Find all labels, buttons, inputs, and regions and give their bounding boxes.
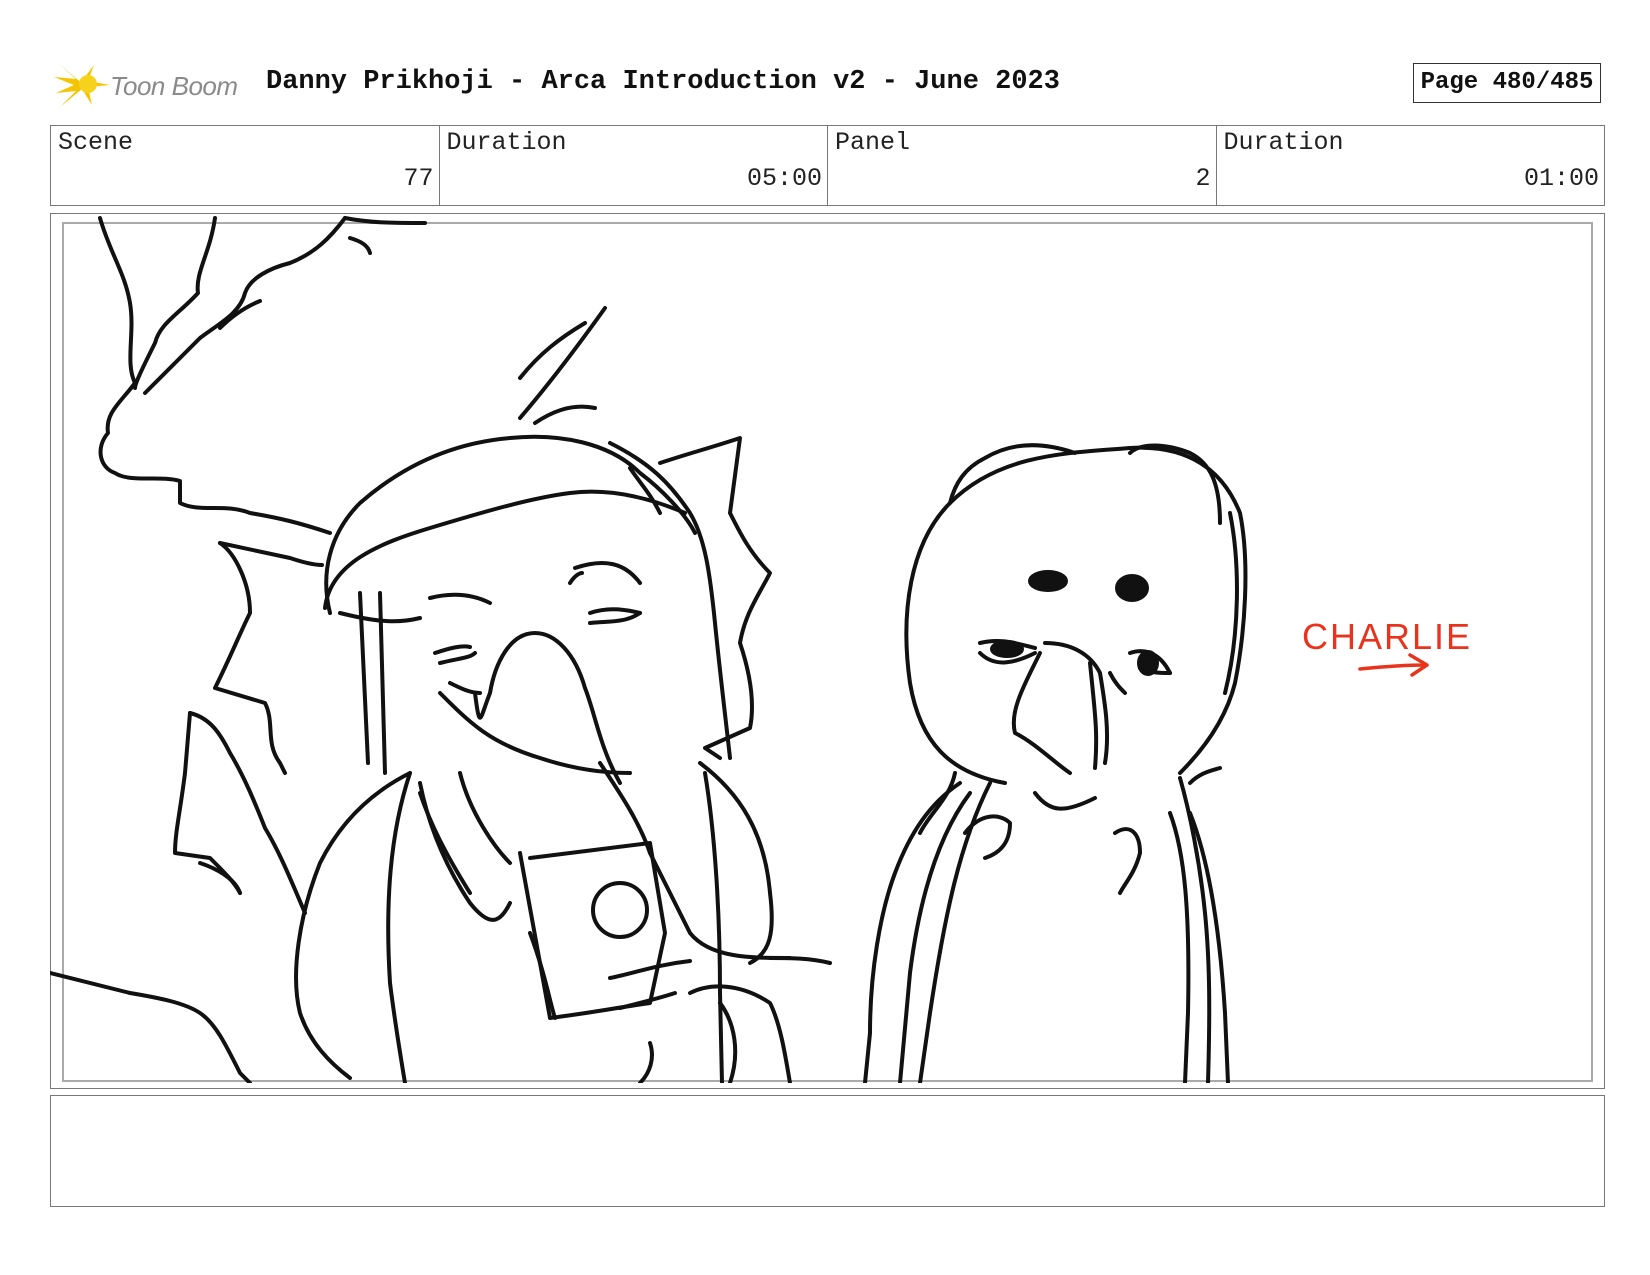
- panel-cell: Panel 2: [828, 126, 1217, 205]
- storyboard-sketch: CHARLIE: [50, 216, 1472, 1083]
- annotation-label: CHARLIE: [1302, 616, 1472, 657]
- panel-duration-label: Duration: [1223, 128, 1344, 157]
- scene-cell: Scene 77: [51, 126, 440, 205]
- panel-duration-cell: Duration 01:00: [1217, 126, 1605, 205]
- page-number: Page 480/485: [1413, 63, 1601, 103]
- right-character-pupil: [990, 640, 1024, 658]
- panel-value: 2: [1195, 164, 1211, 193]
- panel-label: Panel: [835, 128, 911, 157]
- right-character-eye: [1115, 574, 1149, 602]
- toon-boom-logo: Toon Boom: [54, 59, 254, 111]
- right-character-eye: [1028, 570, 1068, 592]
- scene-info-table: Scene 77 Duration 05:00 Panel 2 Duration…: [50, 125, 1605, 206]
- right-character-pupil: [1137, 650, 1159, 676]
- scene-value: 77: [403, 164, 434, 193]
- starburst-icon: [54, 63, 110, 107]
- arrow-right-icon: [1358, 663, 1427, 671]
- character-annotation: CHARLIE: [1302, 616, 1472, 677]
- scene-duration-value: 05:00: [746, 164, 822, 193]
- panel-duration-value: 01:00: [1523, 164, 1599, 193]
- logo-text: Toon Boom: [110, 71, 238, 101]
- left-character-sketch: [173, 306, 832, 1083]
- scene-label: Scene: [58, 128, 134, 157]
- document-title: Danny Prikhoji - Arca Introduction v2 - …: [266, 67, 1060, 97]
- right-character-sketch: [863, 443, 1248, 1083]
- scene-duration-cell: Duration 05:00: [440, 126, 828, 205]
- scene-duration-label: Duration: [446, 128, 567, 157]
- panel-notes-area: [50, 1095, 1605, 1207]
- page-header: Toon Boom Danny Prikhoji - Arca Introduc…: [50, 55, 1605, 115]
- tree-sketch: [50, 216, 427, 1083]
